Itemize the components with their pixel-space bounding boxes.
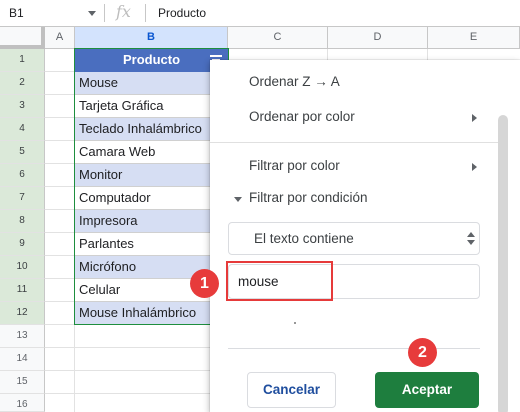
- row-header[interactable]: 13: [0, 325, 45, 348]
- row-header[interactable]: 16: [0, 394, 45, 412]
- menu-item-filter-by-condition[interactable]: Filtrar por condición: [249, 190, 368, 205]
- row-header[interactable]: 6: [0, 164, 45, 187]
- row-header[interactable]: 11: [0, 279, 45, 302]
- row-header[interactable]: 2: [0, 72, 45, 95]
- function-icon: fx: [116, 2, 131, 21]
- condition-value-text: mouse: [238, 274, 279, 289]
- chevron-down-icon[interactable]: [88, 11, 96, 16]
- row-header[interactable]: 3: [0, 95, 45, 118]
- table-cell[interactable]: Computador: [75, 187, 228, 210]
- accept-button[interactable]: Aceptar: [375, 372, 479, 408]
- caret-down-icon[interactable]: [234, 197, 242, 202]
- cancel-button[interactable]: Cancelar: [247, 372, 336, 408]
- up-down-arrows-icon: [467, 232, 475, 246]
- column-header-c[interactable]: C: [228, 27, 328, 49]
- table-cell[interactable]: Mouse Inhalámbrico: [75, 302, 228, 325]
- formula-bar: B1 fx Producto: [0, 0, 520, 27]
- table-header-cell[interactable]: Producto: [75, 49, 228, 72]
- row-header[interactable]: 15: [0, 371, 45, 394]
- condition-select[interactable]: El texto contiene: [228, 222, 480, 255]
- annotation-badge-2: 2: [408, 338, 437, 367]
- scrollbar[interactable]: [498, 115, 508, 412]
- table-cell[interactable]: Teclado Inhalámbrico: [75, 118, 228, 141]
- filter-menu: Ordenar Z → A Ordenar por color Filtrar …: [210, 60, 520, 412]
- column-header-e[interactable]: E: [428, 27, 520, 49]
- row-header[interactable]: 8: [0, 210, 45, 233]
- table-cell[interactable]: Mouse: [75, 72, 228, 95]
- column-title: Producto: [122, 52, 181, 67]
- column-header-d[interactable]: D: [328, 27, 428, 49]
- condition-select-value: El texto contiene: [254, 231, 354, 246]
- select-all-corner[interactable]: [0, 27, 45, 49]
- condition-value-input[interactable]: mouse: [228, 264, 480, 299]
- divider: [228, 348, 480, 349]
- column-header-a[interactable]: A: [45, 27, 75, 49]
- divider: [210, 142, 498, 143]
- divider: [104, 4, 105, 22]
- dot: [294, 322, 296, 324]
- table-cell[interactable]: Tarjeta Gráfica: [75, 95, 228, 118]
- row-header[interactable]: 4: [0, 118, 45, 141]
- menu-item-filter-by-color[interactable]: Filtrar por color: [249, 158, 340, 173]
- table-cell[interactable]: Camara Web: [75, 141, 228, 164]
- row-header[interactable]: 9: [0, 233, 45, 256]
- row-header[interactable]: 7: [0, 187, 45, 210]
- row-header[interactable]: 10: [0, 256, 45, 279]
- row-header[interactable]: 5: [0, 141, 45, 164]
- table-cell[interactable]: Monitor: [75, 164, 228, 187]
- row-header[interactable]: 12: [0, 302, 45, 325]
- row-header[interactable]: 1: [0, 49, 45, 72]
- name-box[interactable]: B1: [0, 0, 104, 26]
- chevron-right-icon: [472, 163, 477, 171]
- menu-item-sort-by-color[interactable]: Ordenar por color: [249, 109, 355, 124]
- cell-reference: B1: [9, 6, 24, 20]
- row-header[interactable]: 14: [0, 348, 45, 371]
- table-cell[interactable]: Impresora: [75, 210, 228, 233]
- divider: [145, 4, 146, 22]
- column-header-b[interactable]: B: [75, 27, 228, 49]
- chevron-right-icon: [472, 114, 477, 122]
- menu-item-sort-z-a[interactable]: Ordenar Z → A: [249, 74, 340, 89]
- formula-input[interactable]: Producto: [158, 6, 206, 20]
- annotation-badge-1: 1: [190, 269, 219, 298]
- table-cell[interactable]: Parlantes: [75, 233, 228, 256]
